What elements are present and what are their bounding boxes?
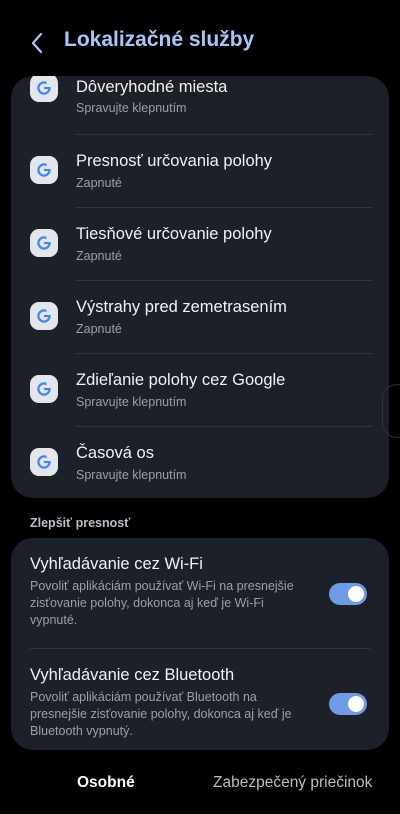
toggle-knob	[348, 586, 364, 602]
edge-panel-handle[interactable]	[382, 384, 400, 438]
item-title: Presnosť určovania polohy	[76, 152, 273, 170]
google-icon	[30, 375, 58, 403]
google-icon	[30, 156, 58, 184]
page-title: Lokalizačné služby	[64, 28, 255, 51]
google-icon	[30, 229, 58, 257]
item-title: Zdieľanie polohy cez Google	[76, 371, 286, 389]
section-header: Zlepšiť presnosť	[30, 516, 131, 530]
tab-secure-folder[interactable]: Zabezpečený priečinok	[213, 774, 372, 792]
item-subtitle: Spravujte klepnutím	[76, 395, 187, 409]
list-item-timeline[interactable]: Časová os Spravujte klepnutím	[11, 427, 389, 498]
divider	[30, 648, 370, 649]
google-icon	[30, 302, 58, 330]
item-subtitle: Zapnuté	[76, 176, 122, 190]
tab-personal[interactable]: Osobné	[77, 774, 135, 792]
accuracy-card: Vyhľadávanie cez Wi-Fi Povoliť aplikáciá…	[11, 538, 389, 750]
chevron-left-icon	[31, 32, 43, 54]
wifi-scanning-toggle[interactable]	[329, 583, 367, 605]
item-title: Dôveryhodné miesta	[76, 78, 228, 96]
item-title: Časová os	[76, 444, 154, 462]
item-subtitle: Zapnuté	[76, 322, 122, 336]
list-item-location-accuracy[interactable]: Presnosť určovania polohy Zapnuté	[11, 135, 389, 208]
app-bar: Lokalizačné služby	[0, 0, 400, 76]
bluetooth-scanning-title[interactable]: Vyhľadávanie cez Bluetooth	[30, 666, 234, 685]
wifi-scanning-title[interactable]: Vyhľadávanie cez Wi-Fi	[30, 555, 203, 574]
location-apps-card: Dôveryhodné miesta Spravujte klepnutím P…	[11, 76, 389, 498]
bluetooth-scanning-toggle[interactable]	[329, 693, 367, 715]
list-item-location-sharing[interactable]: Zdieľanie polohy cez Google Spravujte kl…	[11, 354, 389, 427]
wifi-scanning-description: Povoliť aplikáciám používať Wi-Fi na pre…	[30, 579, 294, 627]
back-button[interactable]	[22, 28, 52, 58]
item-subtitle: Zapnuté	[76, 249, 122, 263]
list-item-earthquake-alerts[interactable]: Výstrahy pred zemetrasením Zapnuté	[11, 281, 389, 354]
bottom-tab-bar: Osobné Zabezpečený priečinok	[0, 750, 400, 814]
item-subtitle: Spravujte klepnutím	[76, 101, 187, 115]
toggle-knob	[348, 696, 364, 712]
list-item-emergency-location[interactable]: Tiesňové určovanie polohy Zapnuté	[11, 208, 389, 281]
google-icon	[30, 76, 58, 102]
item-title: Výstrahy pred zemetrasením	[76, 298, 287, 316]
item-title: Tiesňové určovanie polohy	[76, 225, 272, 243]
google-icon	[30, 448, 58, 476]
item-subtitle: Spravujte klepnutím	[76, 468, 187, 482]
bluetooth-scanning-description: Povoliť aplikáciám používať Bluetooth na…	[30, 690, 292, 738]
